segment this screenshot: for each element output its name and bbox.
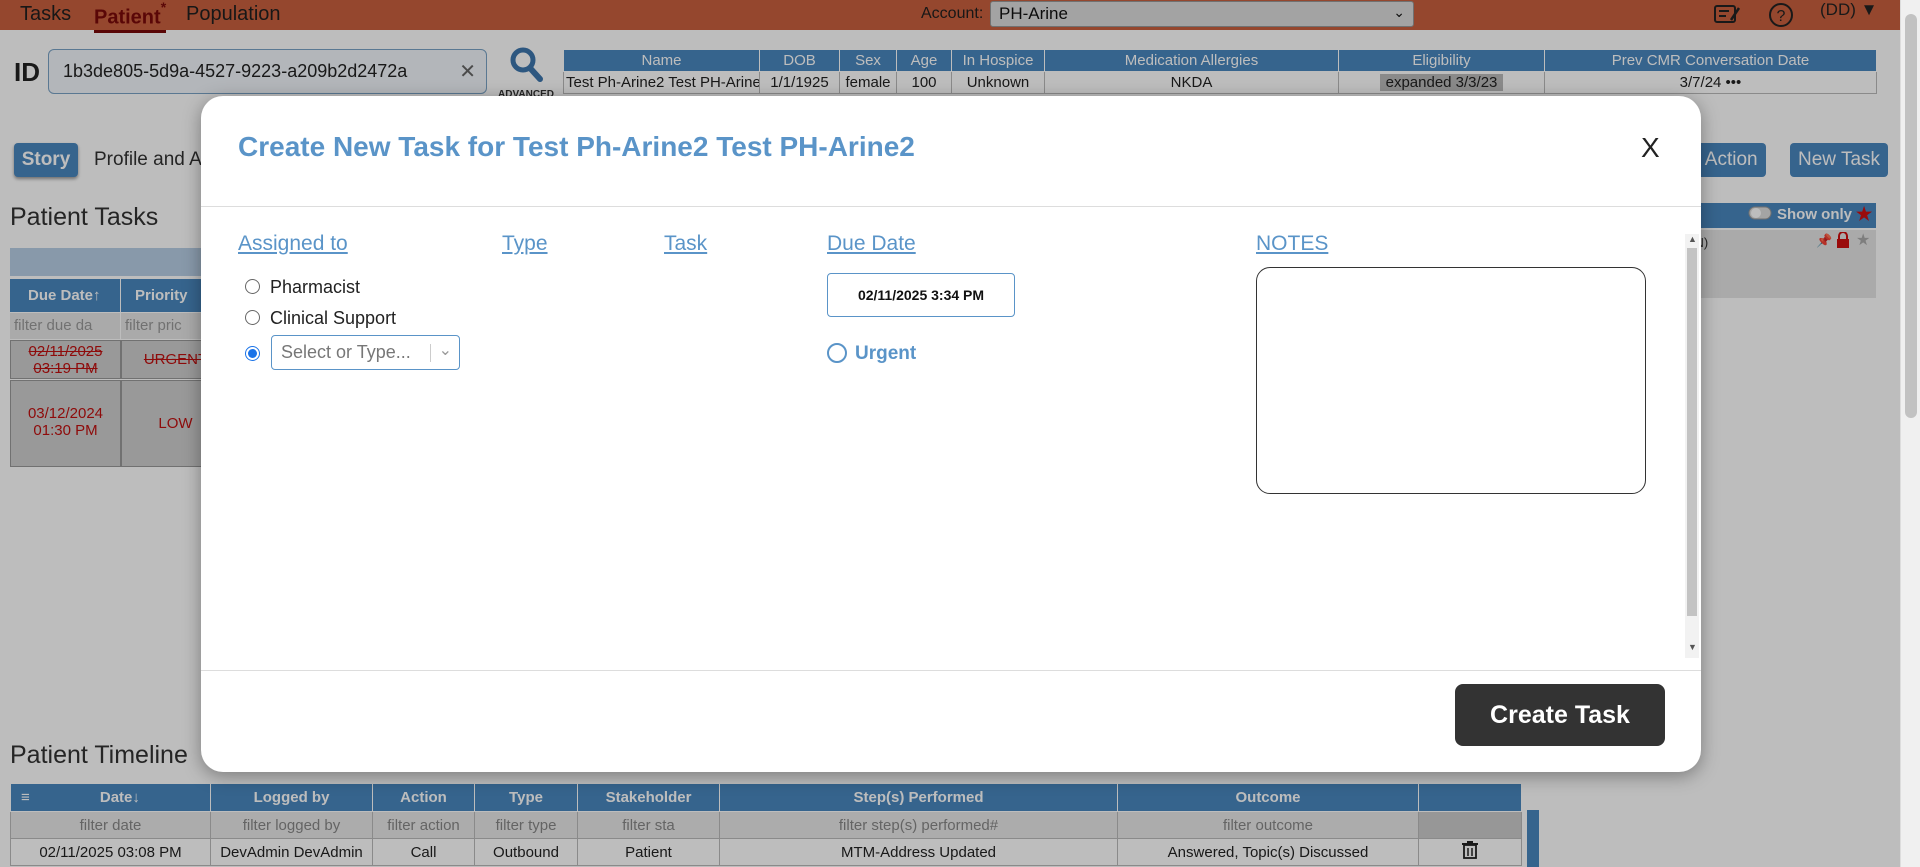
chevron-down-icon: ⌄ xyxy=(438,342,452,359)
assignee-option-custom[interactable] xyxy=(245,344,270,365)
page-scrollbar-thumb[interactable] xyxy=(1905,14,1917,418)
page-scrollbar[interactable] xyxy=(1900,0,1920,867)
due-date-input[interactable]: 02/11/2025 3:34 PM xyxy=(827,273,1015,317)
assignee-option-clinical-support[interactable]: Clinical Support xyxy=(245,308,396,329)
assignee-select[interactable]: Select or Type... ⌄ xyxy=(271,335,460,370)
scroll-up-icon[interactable]: ▲ xyxy=(1688,234,1697,244)
urgent-toggle[interactable]: Urgent xyxy=(827,343,916,365)
radio-pharmacist[interactable] xyxy=(245,279,260,294)
modal-divider xyxy=(201,670,1701,671)
urgent-label: Urgent xyxy=(855,343,917,364)
assignee-option-pharmacist[interactable]: Pharmacist xyxy=(245,277,360,298)
radio-custom[interactable] xyxy=(245,346,260,361)
modal-divider xyxy=(201,206,1701,207)
assigned-to-heading[interactable]: Assigned to xyxy=(238,232,348,256)
modal-scrollbar[interactable]: ▲ ▼ xyxy=(1685,234,1699,658)
scroll-down-icon[interactable]: ▼ xyxy=(1688,642,1697,652)
type-heading[interactable]: Type xyxy=(502,232,548,256)
assignee-select-placeholder: Select or Type... xyxy=(281,342,411,362)
modal-title: Create New Task for Test Ph-Arine2 Test … xyxy=(238,131,915,162)
modal-scrollbar-thumb[interactable] xyxy=(1687,248,1697,616)
radio-clinical-support[interactable] xyxy=(245,310,260,325)
option-pharmacist-label: Pharmacist xyxy=(270,277,361,297)
option-clinical-support-label: Clinical Support xyxy=(270,308,397,328)
notes-textarea[interactable] xyxy=(1256,267,1646,494)
close-button[interactable]: X xyxy=(1641,132,1660,164)
urgent-radio[interactable] xyxy=(827,343,847,363)
select-separator xyxy=(430,344,431,362)
due-date-heading[interactable]: Due Date xyxy=(827,232,916,256)
task-heading[interactable]: Task xyxy=(664,232,707,256)
notes-heading[interactable]: NOTES xyxy=(1256,232,1328,256)
create-task-modal: Create New Task for Test Ph-Arine2 Test … xyxy=(201,96,1701,772)
create-task-button[interactable]: Create Task xyxy=(1455,684,1665,746)
